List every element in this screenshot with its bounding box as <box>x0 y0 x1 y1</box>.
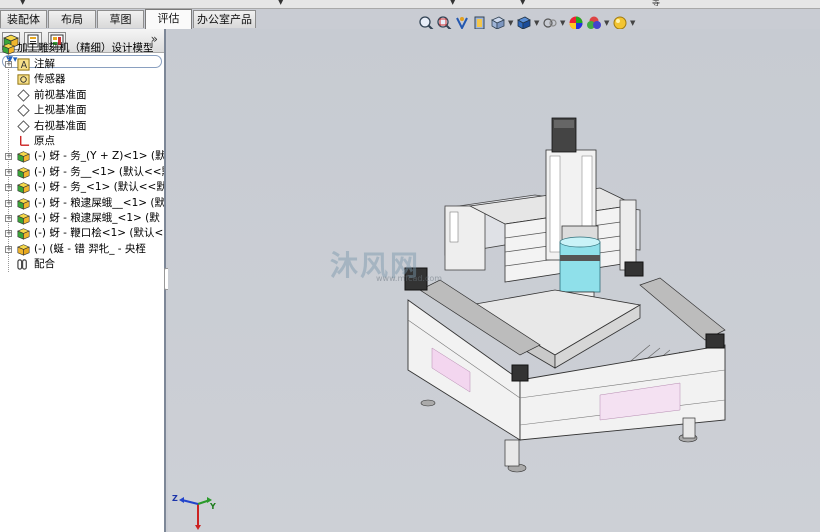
y-axis-label: Y <box>210 502 216 511</box>
tab-office-products[interactable]: 办公室产品 <box>193 10 256 28</box>
subassembly-icon <box>17 244 30 256</box>
tree-root[interactable]: 加工雕刻机（精细）设计模型 <box>0 41 164 57</box>
assembly-icon <box>2 43 15 55</box>
tree-item[interactable]: 前视基准面 <box>0 88 164 103</box>
tree-item-label: 传感器 <box>34 73 66 86</box>
tree-item[interactable]: + (-) 蚜 - 粮逮屎蛾_<1> (默 <box>0 211 164 226</box>
tree-item[interactable]: 上视基准面 <box>0 103 164 118</box>
tree-item-label: 前视基准面 <box>34 88 87 101</box>
expand-icon[interactable]: + <box>5 230 12 238</box>
tree-item[interactable]: + (-) 蚜 - 务_<1> (默认<<默 <box>0 180 164 195</box>
tree-item-label: 注解 <box>34 58 55 70</box>
expand-icon[interactable]: + <box>5 168 12 176</box>
feature-tree: 加工雕刻机（精细）设计模型 + A 注解 传感器 前视基准面 上视基准面 右视基… <box>0 41 164 272</box>
command-manager-tabs: 装配体 布局 草图 评估 办公室产品 <box>0 9 820 29</box>
tree-item[interactable]: + (-) (蜒 - 镨 羿牝_ - 央桎 <box>0 242 164 257</box>
tree-item-label: (-) (蜒 - 镨 羿牝_ - 央桎 <box>34 242 146 255</box>
tree-item[interactable]: + (-) 蚜 - 务_(Y + Z)<1> (默 <box>0 149 164 164</box>
dropdown-arrow-icon[interactable]: ▼ <box>508 19 514 27</box>
expand-icon[interactable]: + <box>5 245 12 253</box>
graphics-viewport[interactable]: 沐风网 www.mfcad.com <box>168 29 820 532</box>
tab-evaluate[interactable]: 评估 <box>145 9 192 29</box>
tree-item-label: (-) 蚜 - 粮逮屎蛾__<1> (默 <box>34 196 164 209</box>
mates-icon <box>17 259 27 270</box>
tree-item-label: 右视基准面 <box>34 119 87 132</box>
tree-item[interactable]: + (-) 蚜 - 务__<1> (默认<<默 <box>0 165 164 180</box>
tab-layout[interactable]: 布局 <box>48 10 96 28</box>
expand-icon[interactable]: + <box>5 199 12 207</box>
dropdown-arrow-icon[interactable]: ▼ <box>278 0 283 6</box>
tree-item[interactable]: 原点 <box>0 134 164 149</box>
tree-item[interactable]: 配合 <box>0 257 164 272</box>
tree-root-label: 加工雕刻机（精细）设计模型 <box>17 42 154 54</box>
tree-item-label: (-) 蚜 - 务_<1> (默认<<默 <box>34 181 164 194</box>
sensor-icon <box>17 74 30 85</box>
dropdown-arrow-icon[interactable]: ▼ <box>520 0 525 6</box>
top-fragment: 等 <box>652 0 660 7</box>
tree-item-label: (-) 蚜 - 务_(Y + Z)<1> (默 <box>34 150 164 163</box>
part-icon <box>17 228 30 240</box>
plane-icon <box>17 89 30 102</box>
tree-item-label: 配合 <box>34 258 55 271</box>
tree-item[interactable]: 右视基准面 <box>0 119 164 134</box>
expand-icon[interactable]: + <box>5 184 12 192</box>
watermark-url: www.mfcad.com <box>376 274 443 283</box>
reference-triad: Z Y <box>170 492 218 530</box>
dropdown-arrow-icon[interactable]: ▼ <box>604 19 610 27</box>
cnc-router-model <box>404 117 726 473</box>
dropdown-arrow-icon[interactable]: ▼ <box>534 19 540 27</box>
dropdown-arrow-icon[interactable]: ▼ <box>630 19 636 27</box>
dropdown-arrow-icon[interactable]: ▼ <box>20 0 25 6</box>
tree-item-label: 原点 <box>34 134 55 147</box>
tree-item-label: 上视基准面 <box>34 104 87 117</box>
part-icon <box>17 182 30 194</box>
svg-text:A: A <box>21 60 28 71</box>
annotation-icon: A <box>17 58 30 71</box>
tree-item-label: (-) 蚜 - 粮逮屎蛾_<1> (默 <box>34 211 160 224</box>
expand-icon[interactable]: + <box>5 153 12 161</box>
expand-icon[interactable]: + <box>5 214 12 222</box>
origin-icon <box>20 135 30 146</box>
tab-sketch[interactable]: 草图 <box>97 10 144 28</box>
plane-icon <box>17 119 30 133</box>
tree-item[interactable]: 传感器 <box>0 72 164 87</box>
part-icon <box>17 167 30 179</box>
tab-assembly[interactable]: 装配体 <box>0 10 47 28</box>
part-icon <box>17 197 30 210</box>
plane-icon <box>17 104 30 117</box>
z-axis-label: Z <box>172 494 178 503</box>
dropdown-arrow-icon[interactable]: ▼ <box>450 0 455 6</box>
part-icon <box>17 213 30 225</box>
tree-item[interactable]: + A 注解 <box>0 57 164 72</box>
tree-item-label: (-) 蚜 - 务__<1> (默认<<默 <box>34 165 164 178</box>
expand-icon[interactable]: + <box>5 61 12 68</box>
tree-item-label: (-) 蚜 - 鞭口桧<1> (默认< <box>34 227 164 240</box>
tree-item[interactable]: + (-) 蚜 - 粮逮屎蛾__<1> (默 <box>0 196 164 211</box>
top-strip: ▼ ▼ ▼ ▼ 等 <box>0 0 820 9</box>
tree-item[interactable]: + (-) 蚜 - 鞭口桧<1> (默认< <box>0 226 164 241</box>
part-icon <box>17 151 30 163</box>
dropdown-arrow-icon[interactable]: ▼ <box>560 19 566 27</box>
